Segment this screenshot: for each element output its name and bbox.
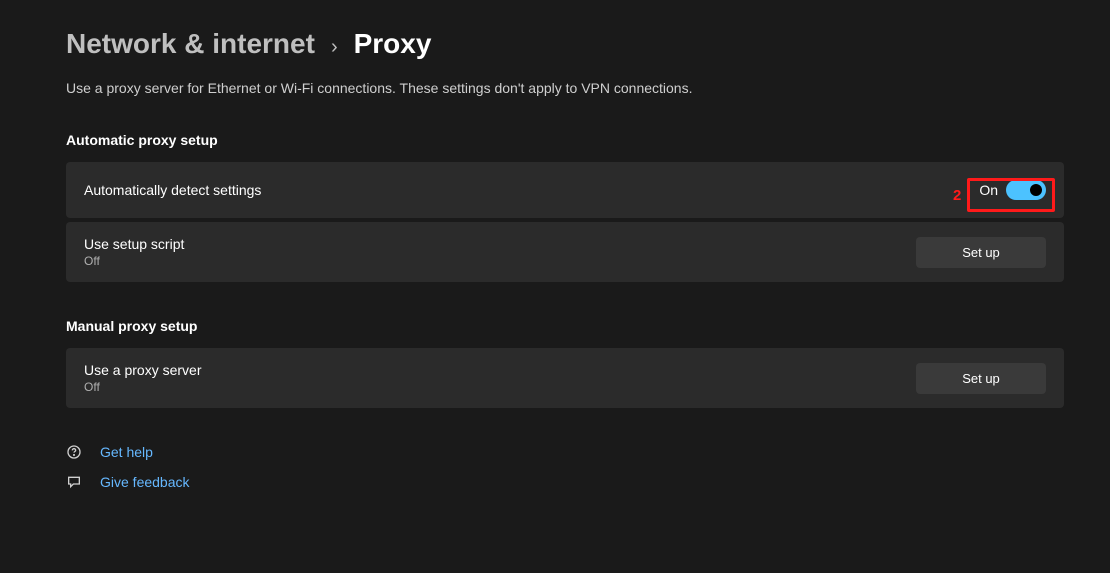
proxy-server-button[interactable]: Set up <box>916 363 1046 394</box>
section-title-manual: Manual proxy setup <box>66 318 1064 334</box>
breadcrumb: Network & internet › Proxy <box>66 28 1064 60</box>
setup-script-button[interactable]: Set up <box>916 237 1046 268</box>
setup-script-row: Use setup script Off Set up <box>66 222 1064 282</box>
help-icon <box>66 444 82 460</box>
auto-detect-row: Automatically detect settings On <box>66 162 1064 218</box>
setup-script-state: Off <box>84 254 184 268</box>
proxy-server-state: Off <box>84 380 201 394</box>
footer-links: Get help Give feedback <box>66 444 1064 490</box>
auto-detect-toggle[interactable] <box>1006 180 1046 200</box>
breadcrumb-parent[interactable]: Network & internet <box>66 28 315 60</box>
give-feedback-label: Give feedback <box>100 474 190 490</box>
page-title: Proxy <box>354 28 432 60</box>
feedback-icon <box>66 474 82 490</box>
get-help-label: Get help <box>100 444 153 460</box>
section-title-auto: Automatic proxy setup <box>66 132 1064 148</box>
page-description: Use a proxy server for Ethernet or Wi-Fi… <box>66 80 1064 96</box>
give-feedback-link[interactable]: Give feedback <box>66 474 190 490</box>
auto-detect-toggle-wrap: On <box>979 180 1046 200</box>
proxy-server-label: Use a proxy server <box>84 362 201 378</box>
setup-script-label: Use setup script <box>84 236 184 252</box>
get-help-link[interactable]: Get help <box>66 444 153 460</box>
toggle-knob-icon <box>1030 184 1042 196</box>
chevron-right-icon: › <box>331 36 338 59</box>
auto-detect-state-label: On <box>979 182 998 198</box>
auto-detect-label: Automatically detect settings <box>84 182 261 198</box>
proxy-server-row: Use a proxy server Off Set up <box>66 348 1064 408</box>
